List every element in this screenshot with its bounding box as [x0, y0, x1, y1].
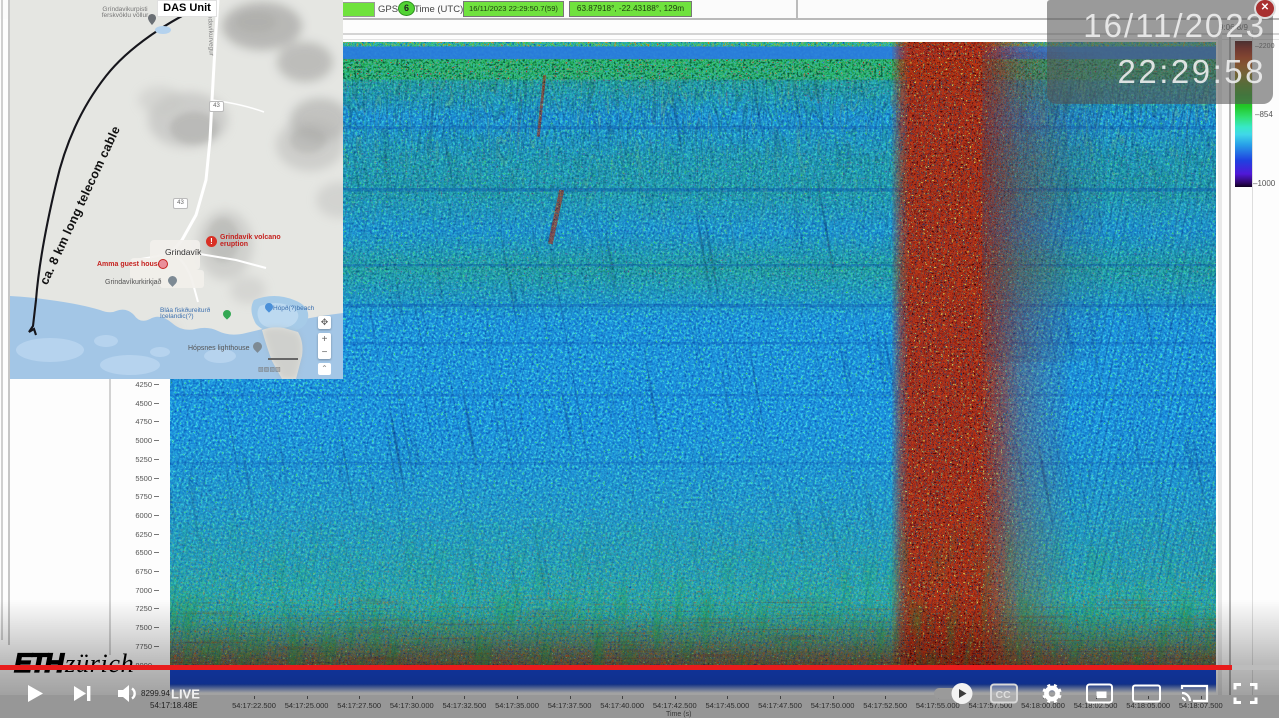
svg-text:LIVE: LIVE	[171, 687, 200, 702]
svg-text:CC: CC	[996, 689, 1012, 701]
